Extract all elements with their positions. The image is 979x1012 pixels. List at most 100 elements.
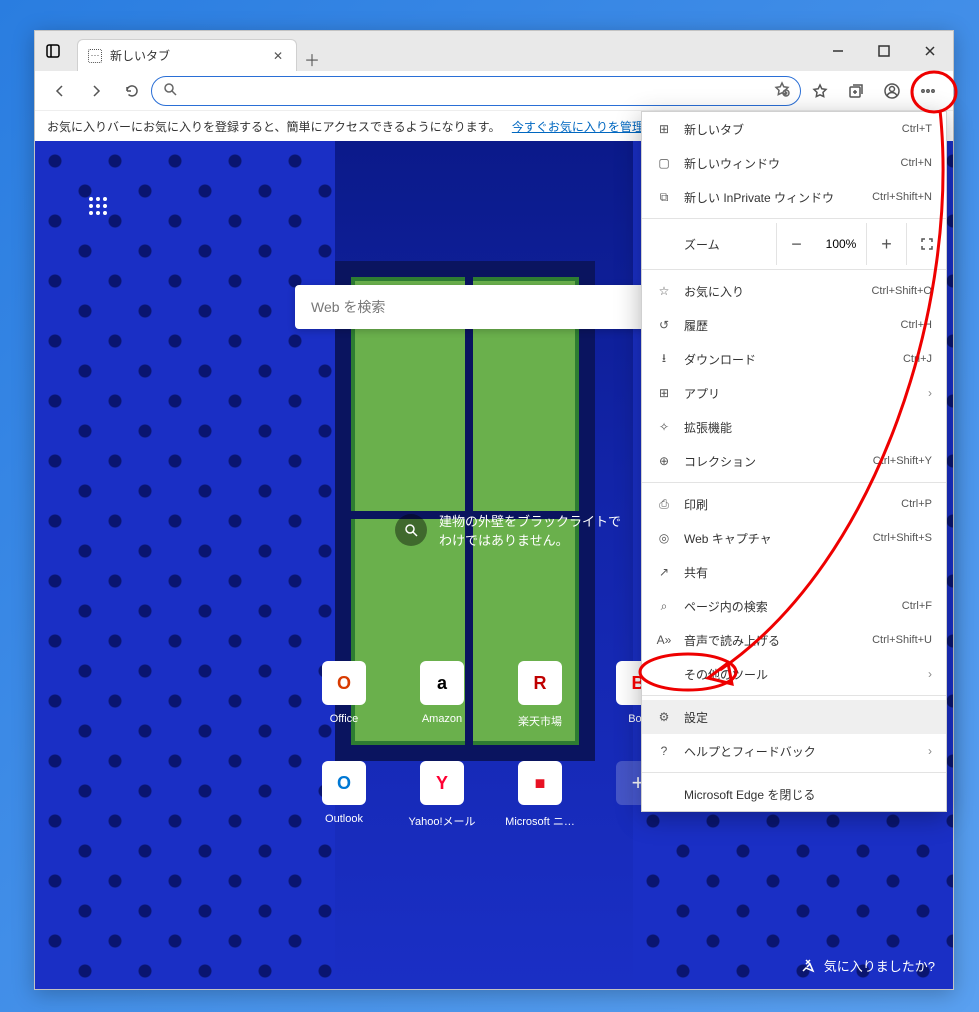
- menu-item[interactable]: ⭳ダウンロードCtrl+J: [642, 342, 946, 376]
- zoom-out-button[interactable]: −: [776, 223, 816, 265]
- zoom-label: ズーム: [642, 236, 776, 253]
- menu-label: 履歴: [684, 317, 889, 334]
- quick-links: OOfficeaAmazonR楽天市場BBooOOutlookYYahoo!メー…: [295, 661, 687, 861]
- menu-item[interactable]: Microsoft Edge を閉じる: [642, 777, 946, 811]
- quick-link-label: Amazon: [422, 713, 462, 725]
- menu-item[interactable]: ⊕コレクションCtrl+Shift+Y: [642, 444, 946, 478]
- like-prompt[interactable]: 気に入りましたか?: [800, 956, 935, 975]
- close-icon[interactable]: ✕: [270, 48, 286, 64]
- menu-label: 音声で読み上げる: [684, 632, 860, 649]
- caption-line2: わけではありません。: [439, 530, 621, 549]
- refresh-button[interactable]: [115, 75, 149, 107]
- quick-link[interactable]: OOutlook: [295, 761, 393, 861]
- tab-active[interactable]: ⋯ 新しいタブ ✕: [77, 39, 297, 71]
- close-window-button[interactable]: [907, 31, 953, 71]
- menu-item[interactable]: ⌕ページ内の検索Ctrl+F: [642, 589, 946, 623]
- menu-label: 印刷: [684, 496, 889, 513]
- menu-shortcut: Ctrl+T: [902, 123, 932, 135]
- page-settings-button[interactable]: [89, 197, 109, 217]
- window-controls: [815, 31, 953, 71]
- vertical-tabs-button[interactable]: [35, 31, 71, 71]
- quick-link-tile: O: [322, 661, 366, 705]
- quick-link-label: Office: [330, 713, 359, 725]
- menu-label: 拡張機能: [684, 419, 932, 436]
- menu-icon: ▢: [656, 156, 672, 170]
- quick-link[interactable]: O Office: [295, 661, 393, 761]
- web-search-box[interactable]: Web を検索: [295, 285, 695, 329]
- more-menu: ⊞新しいタブCtrl+T▢新しいウィンドウCtrl+N⧉新しい InPrivat…: [641, 111, 947, 812]
- quick-link[interactable]: ■ Microsoft ニ…: [491, 761, 589, 861]
- magnify-icon[interactable]: [395, 514, 427, 546]
- menu-item[interactable]: ?ヘルプとフィードバック›: [642, 734, 946, 768]
- menu-item[interactable]: ✧ 拡張機能: [642, 410, 946, 444]
- quick-link-label: 楽天市場: [518, 713, 562, 729]
- menu-shortcut: Ctrl+Shift+O: [871, 285, 932, 297]
- more-button[interactable]: [911, 75, 945, 107]
- menu-label: ページ内の検索: [684, 598, 890, 615]
- menu-item[interactable]: ⊞ 新しいタブ Ctrl+T: [642, 112, 946, 146]
- quick-link-tile: Y: [420, 761, 464, 805]
- zoom-value: 100%: [816, 237, 866, 251]
- favbar-text: お気に入りバーにお気に入りを登録すると、簡単にアクセスできるようになります。: [47, 118, 500, 135]
- menu-icon: ✧: [656, 420, 672, 434]
- menu-item[interactable]: ⎙印刷Ctrl+P: [642, 487, 946, 521]
- quick-link[interactable]: aAmazon: [393, 661, 491, 761]
- menu-item[interactable]: ↺履歴Ctrl+H: [642, 308, 946, 342]
- menu-shortcut: Ctrl+H: [901, 319, 932, 331]
- menu-item[interactable]: A»音声で読み上げるCtrl+Shift+U: [642, 623, 946, 657]
- collections-button[interactable]: [839, 75, 873, 107]
- fullscreen-button[interactable]: [906, 223, 946, 265]
- menu-icon: ⌕: [656, 599, 672, 614]
- menu-label: その他のツール: [684, 666, 916, 683]
- menu-label: 設定: [684, 709, 932, 726]
- image-caption: 建物の外壁をブラックライトで わけではありません。: [395, 511, 621, 549]
- minimize-button[interactable]: [815, 31, 861, 71]
- caption-line1: 建物の外壁をブラックライトで: [439, 511, 621, 530]
- new-tab-button[interactable]: ＋: [297, 47, 327, 71]
- toolbar: [35, 71, 953, 111]
- menu-item[interactable]: ▢新しいウィンドウCtrl+N: [642, 146, 946, 180]
- quick-link-label: Outlook: [325, 813, 363, 825]
- titlebar: ⋯ 新しいタブ ✕ ＋: [35, 31, 953, 71]
- menu-label: 新しい InPrivate ウィンドウ: [684, 189, 860, 206]
- chevron-right-icon: ›: [928, 386, 932, 400]
- back-button[interactable]: [43, 75, 77, 107]
- menu-label: Web キャプチャ: [684, 530, 861, 547]
- menu-item[interactable]: ☆お気に入りCtrl+Shift+O: [642, 274, 946, 308]
- menu-item[interactable]: ◎Web キャプチャCtrl+Shift+S: [642, 521, 946, 555]
- menu-item[interactable]: ⚙ 設定: [642, 700, 946, 734]
- favorites-button[interactable]: [803, 75, 837, 107]
- add-favorite-icon[interactable]: [774, 81, 790, 100]
- menu-shortcut: Ctrl+Shift+Y: [873, 455, 932, 467]
- menu-icon: ⊞: [656, 122, 672, 136]
- tab-title: 新しいタブ: [110, 47, 262, 64]
- newtab-icon: ⋯: [88, 49, 102, 63]
- menu-shortcut: Ctrl+Shift+U: [872, 634, 932, 646]
- maximize-button[interactable]: [861, 31, 907, 71]
- menu-label: 新しいタブ: [684, 121, 890, 138]
- search-icon: [162, 81, 178, 100]
- menu-separator: [642, 269, 946, 270]
- menu-item[interactable]: ↗共有: [642, 555, 946, 589]
- quick-link[interactable]: YYahoo!メール: [393, 761, 491, 861]
- quick-link-tile: ■: [518, 761, 562, 805]
- menu-icon: ⊕: [656, 454, 672, 468]
- menu-label: お気に入り: [684, 283, 859, 300]
- menu-item[interactable]: ⧉新しい InPrivate ウィンドウCtrl+Shift+N: [642, 180, 946, 214]
- menu-separator: [642, 218, 946, 219]
- menu-label: Microsoft Edge を閉じる: [684, 786, 932, 803]
- menu-icon: ⚙: [656, 710, 672, 724]
- quick-link[interactable]: R楽天市場: [491, 661, 589, 761]
- menu-label: 新しいウィンドウ: [684, 155, 889, 172]
- forward-button[interactable]: [79, 75, 113, 107]
- quick-link-label: Microsoft ニ…: [505, 813, 575, 829]
- zoom-in-button[interactable]: +: [866, 223, 906, 265]
- address-bar[interactable]: [151, 76, 801, 106]
- chevron-right-icon: ›: [928, 744, 932, 758]
- menu-label: ヘルプとフィードバック: [684, 743, 916, 760]
- menu-icon: ↗: [656, 565, 672, 579]
- menu-icon: ◎: [656, 531, 672, 545]
- profile-button[interactable]: [875, 75, 909, 107]
- menu-item[interactable]: その他のツール›: [642, 657, 946, 691]
- menu-item[interactable]: ⊞アプリ›: [642, 376, 946, 410]
